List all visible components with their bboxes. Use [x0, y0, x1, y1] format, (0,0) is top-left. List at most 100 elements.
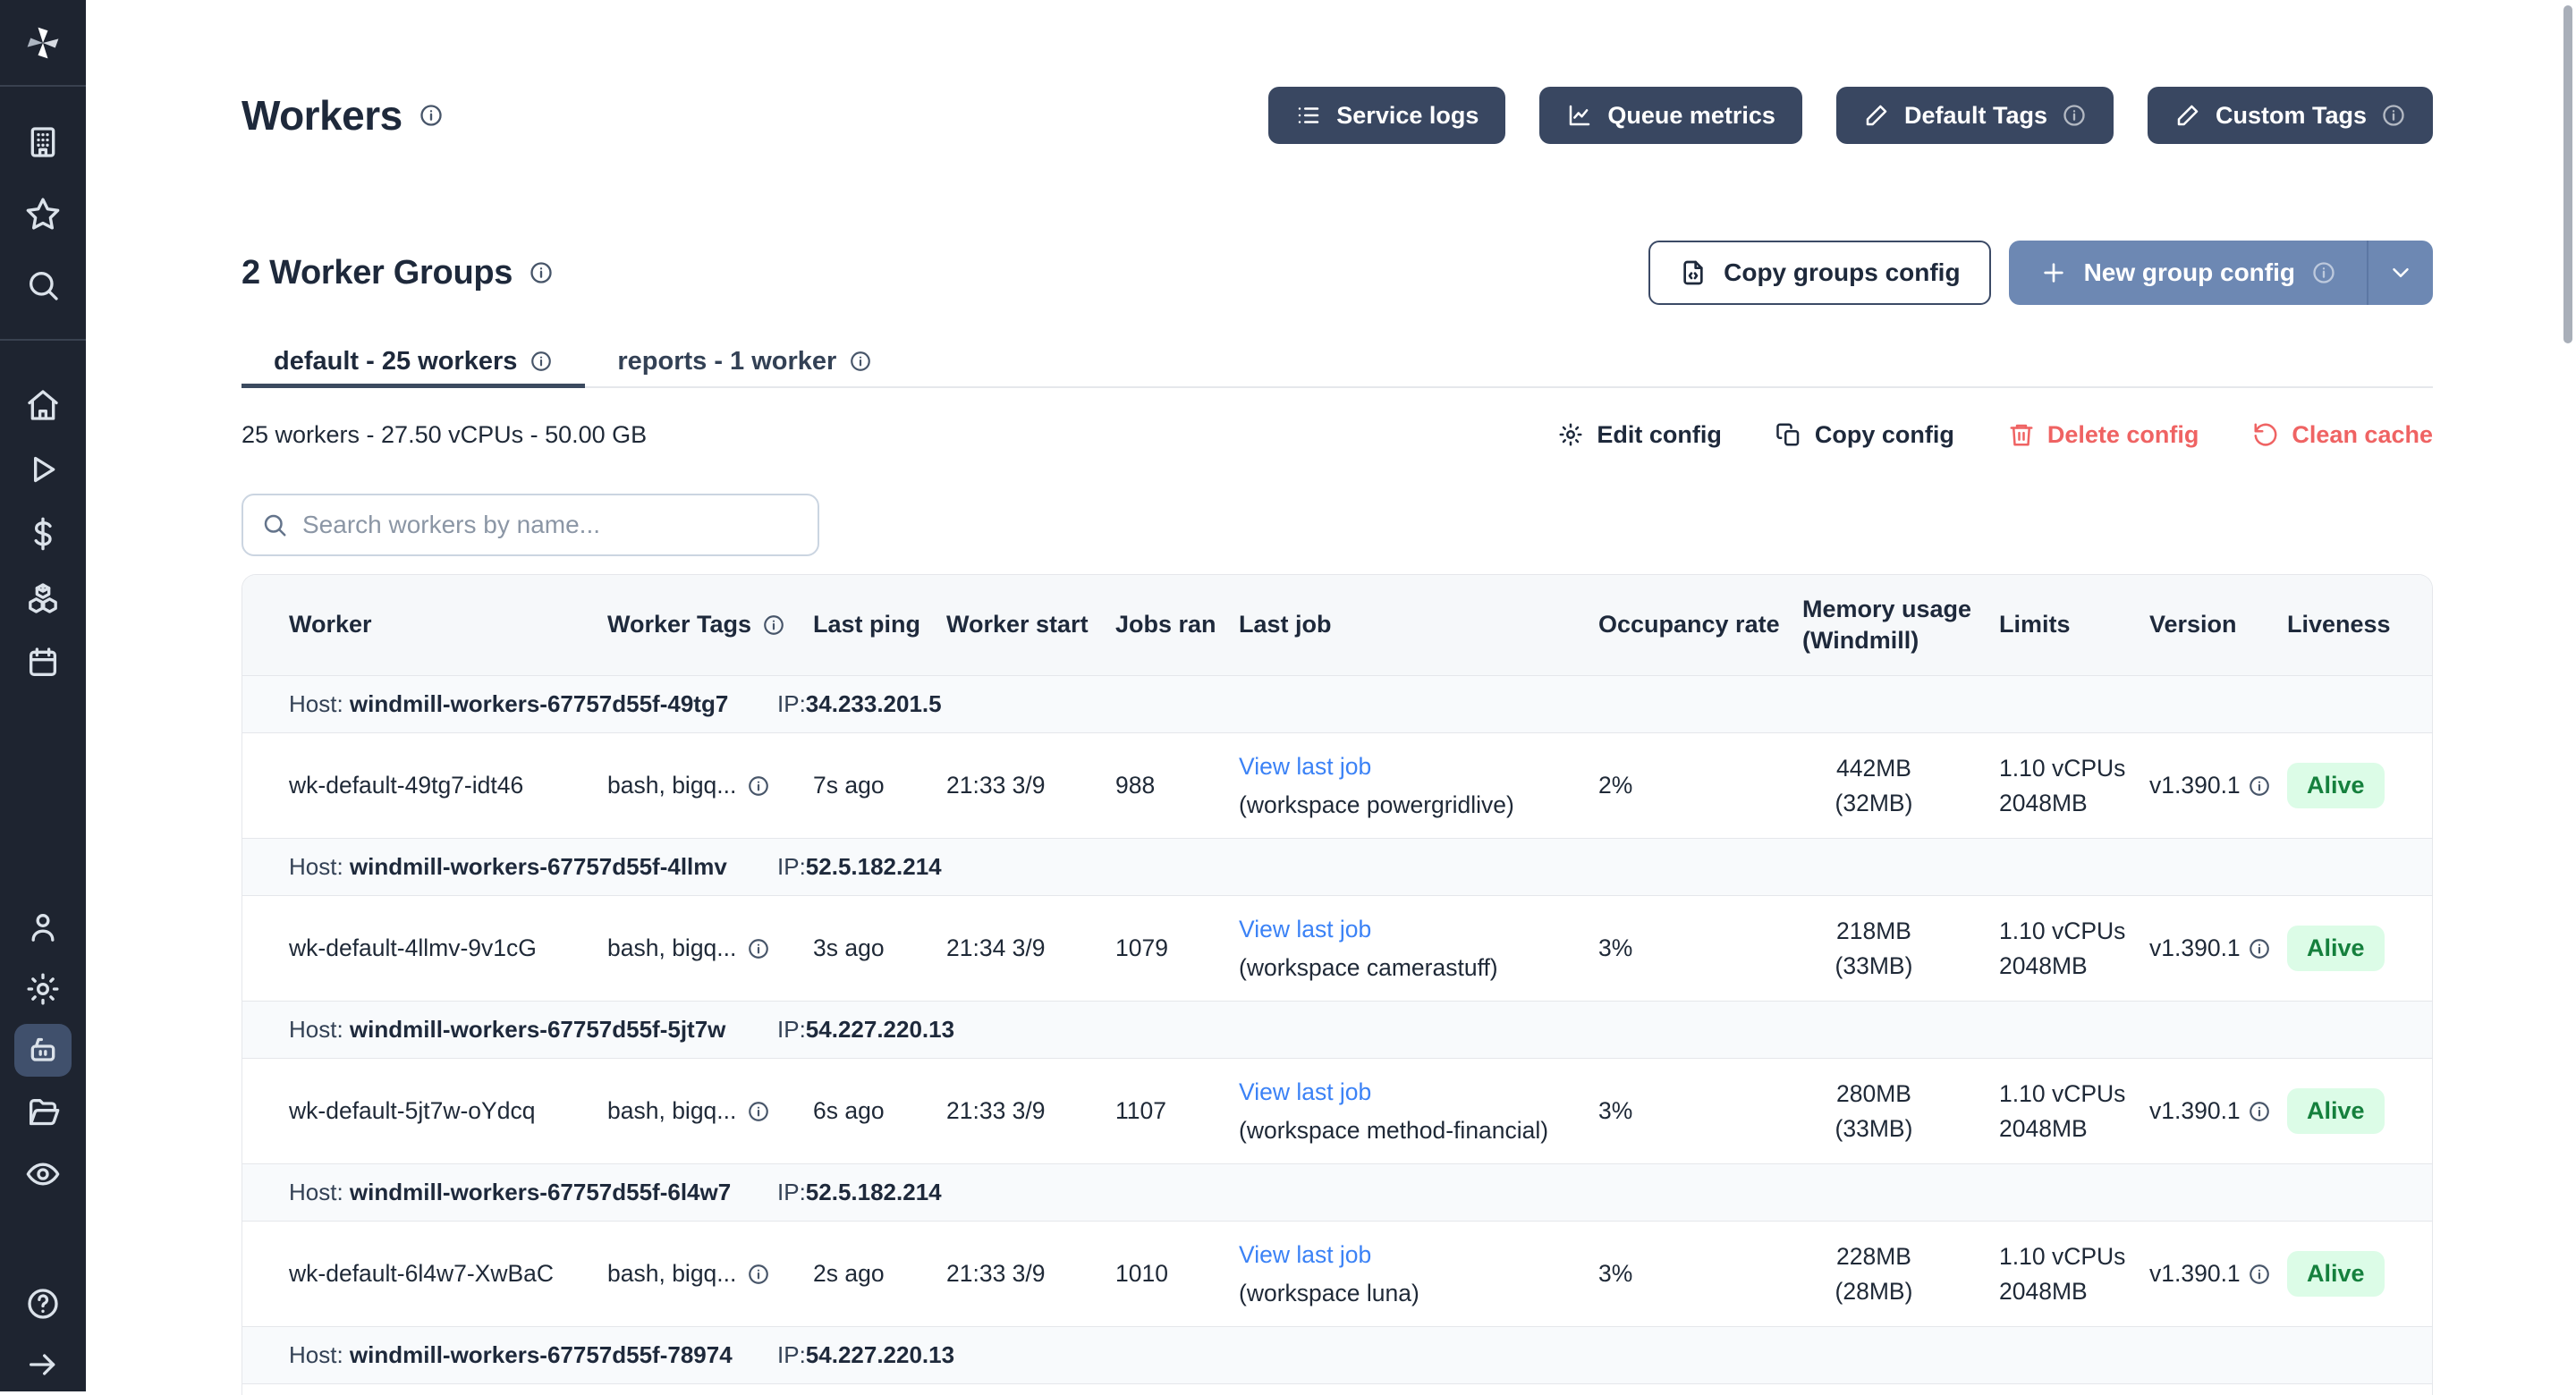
clean-cache-label: Clean cache [2292, 421, 2433, 449]
col-memory: Memory usage (Windmill) [1802, 594, 1999, 656]
queue-metrics-button[interactable]: Queue metrics [1539, 87, 1802, 144]
service-logs-button[interactable]: Service logs [1268, 87, 1505, 144]
copy-groups-config-button[interactable]: Copy groups config [1648, 241, 1990, 305]
view-last-job-link[interactable]: View last job [1239, 1075, 1580, 1109]
tags-info-icon[interactable] [747, 937, 770, 960]
arrow-right-icon [25, 1347, 61, 1382]
tab-reports-info-icon[interactable] [849, 350, 872, 373]
sidebar-item-user[interactable] [0, 896, 86, 958]
worker-row: wk-default-4llmv-9v1cG bash, bigq... 3s … [242, 896, 2432, 1002]
new-group-config-info-icon[interactable] [2311, 260, 2336, 285]
help-circle-icon [25, 1286, 61, 1322]
memory-total: 442MB [1836, 755, 1911, 782]
sidebar-item-expand[interactable] [0, 1334, 86, 1395]
default-tags-info-icon[interactable] [2062, 103, 2087, 128]
trash-icon [2008, 421, 2035, 448]
sidebar-item-folders[interactable] [0, 1081, 86, 1143]
sidebar-item-help[interactable] [0, 1273, 86, 1334]
delete-config-label: Delete config [2047, 421, 2199, 449]
worker-search [242, 494, 819, 556]
delete-config-button[interactable]: Delete config [2008, 421, 2199, 449]
sidebar-item-resources[interactable] [0, 566, 86, 630]
version-info-icon[interactable] [2248, 1100, 2271, 1123]
tab-reports-label: reports - 1 worker [617, 347, 836, 376]
sidebar-item-favorites[interactable] [0, 182, 86, 246]
new-group-config-button[interactable]: New group config [2009, 241, 2433, 305]
tab-default-info-icon[interactable] [530, 350, 553, 373]
queue-metrics-label: Queue metrics [1607, 102, 1775, 130]
jobs-ran: 1107 [1115, 1097, 1239, 1125]
sidebar-item-workspace[interactable] [0, 110, 86, 174]
service-logs-label: Service logs [1336, 102, 1479, 130]
limit-cpu: 1.10 vCPUs [1999, 755, 2125, 782]
worker-name: wk-default-49tg7-idt46 [289, 772, 607, 799]
default-tags-button[interactable]: Default Tags [1836, 87, 2114, 144]
rotate-icon [2252, 421, 2279, 448]
view-last-job-link[interactable]: View last job [1239, 1238, 1580, 1272]
limit-memory: 2048MB [1999, 790, 2088, 816]
worker-tags-info-icon[interactable] [762, 613, 785, 637]
search-workers-input[interactable] [302, 511, 800, 539]
col-last-ping: Last ping [813, 609, 946, 640]
copy-icon [1775, 421, 1802, 448]
sidebar-item-settings[interactable] [0, 958, 86, 1019]
host-name: windmill-workers-67757d55f-5jt7w [350, 1016, 725, 1043]
file-code-icon [1679, 258, 1707, 287]
page-title: Workers [242, 91, 402, 140]
liveness-badge: Alive [2287, 1088, 2385, 1134]
last-ping: 3s ago [813, 934, 946, 962]
edit-config-label: Edit config [1597, 421, 1721, 449]
list-icon [1295, 102, 1322, 129]
host-ip: 34.233.201.5 [806, 690, 942, 717]
memory-windmill: (32MB) [1835, 790, 1913, 816]
worker-version: v1.390.1 [2149, 1097, 2241, 1125]
sidebar-item-audit[interactable] [0, 1143, 86, 1205]
clean-cache-button[interactable]: Clean cache [2252, 421, 2433, 449]
limit-cpu: 1.10 vCPUs [1999, 1080, 2125, 1107]
default-tags-label: Default Tags [1904, 102, 2047, 130]
eye-icon [25, 1156, 61, 1192]
tab-default[interactable]: default - 25 workers [242, 336, 585, 386]
host-ip: 54.227.220.13 [806, 1016, 954, 1043]
worker-name: wk-default-4llmv-9v1cG [289, 934, 607, 962]
sidebar [0, 0, 86, 1391]
sidebar-item-usage[interactable] [0, 502, 86, 566]
jobs-ran: 1010 [1115, 1260, 1239, 1288]
tags-info-icon[interactable] [747, 1263, 770, 1286]
workers-info-icon[interactable] [419, 103, 444, 128]
sidebar-item-search[interactable] [0, 253, 86, 317]
boxes-icon [25, 580, 61, 616]
worker-groups-info-icon[interactable] [529, 260, 554, 285]
custom-tags-info-icon[interactable] [2381, 103, 2406, 128]
tab-reports[interactable]: reports - 1 worker [585, 336, 904, 386]
view-last-job-link[interactable]: View last job [1239, 749, 1580, 783]
host-ip: 52.5.182.214 [806, 853, 942, 880]
scrollbar-thumb[interactable] [2563, 5, 2572, 343]
sidebar-item-home[interactable] [0, 373, 86, 437]
tags-info-icon[interactable] [747, 1100, 770, 1123]
tags-info-icon[interactable] [747, 774, 770, 798]
new-group-config-dropdown[interactable] [2368, 241, 2433, 305]
edit-config-button[interactable]: Edit config [1557, 421, 1721, 449]
memory-total: 218MB [1836, 917, 1911, 944]
view-last-job-link[interactable]: View last job [1239, 912, 1580, 946]
col-jobs-ran: Jobs ran [1115, 609, 1239, 640]
sidebar-item-runs[interactable] [0, 437, 86, 502]
host-row: Host: windmill-workers-67757d55f-4llmv I… [242, 839, 2432, 896]
windmill-logo[interactable] [0, 0, 86, 85]
chevron-down-icon [2387, 259, 2414, 286]
gear-icon [25, 971, 61, 1007]
version-info-icon[interactable] [2248, 774, 2271, 798]
sidebar-item-schedules[interactable] [0, 630, 86, 695]
host-name: windmill-workers-67757d55f-49tg7 [350, 690, 728, 717]
worker-version: v1.390.1 [2149, 1260, 2241, 1288]
liveness-badge: Alive [2287, 1251, 2385, 1297]
worker-tags: bash, bigq... [607, 772, 736, 799]
copy-config-button[interactable]: Copy config [1775, 421, 1954, 449]
windmill-logo-icon [23, 23, 63, 63]
version-info-icon[interactable] [2248, 937, 2271, 960]
sidebar-item-workers[interactable] [0, 1019, 86, 1081]
calendar-icon [25, 645, 61, 681]
version-info-icon[interactable] [2248, 1263, 2271, 1286]
custom-tags-button[interactable]: Custom Tags [2148, 87, 2433, 144]
